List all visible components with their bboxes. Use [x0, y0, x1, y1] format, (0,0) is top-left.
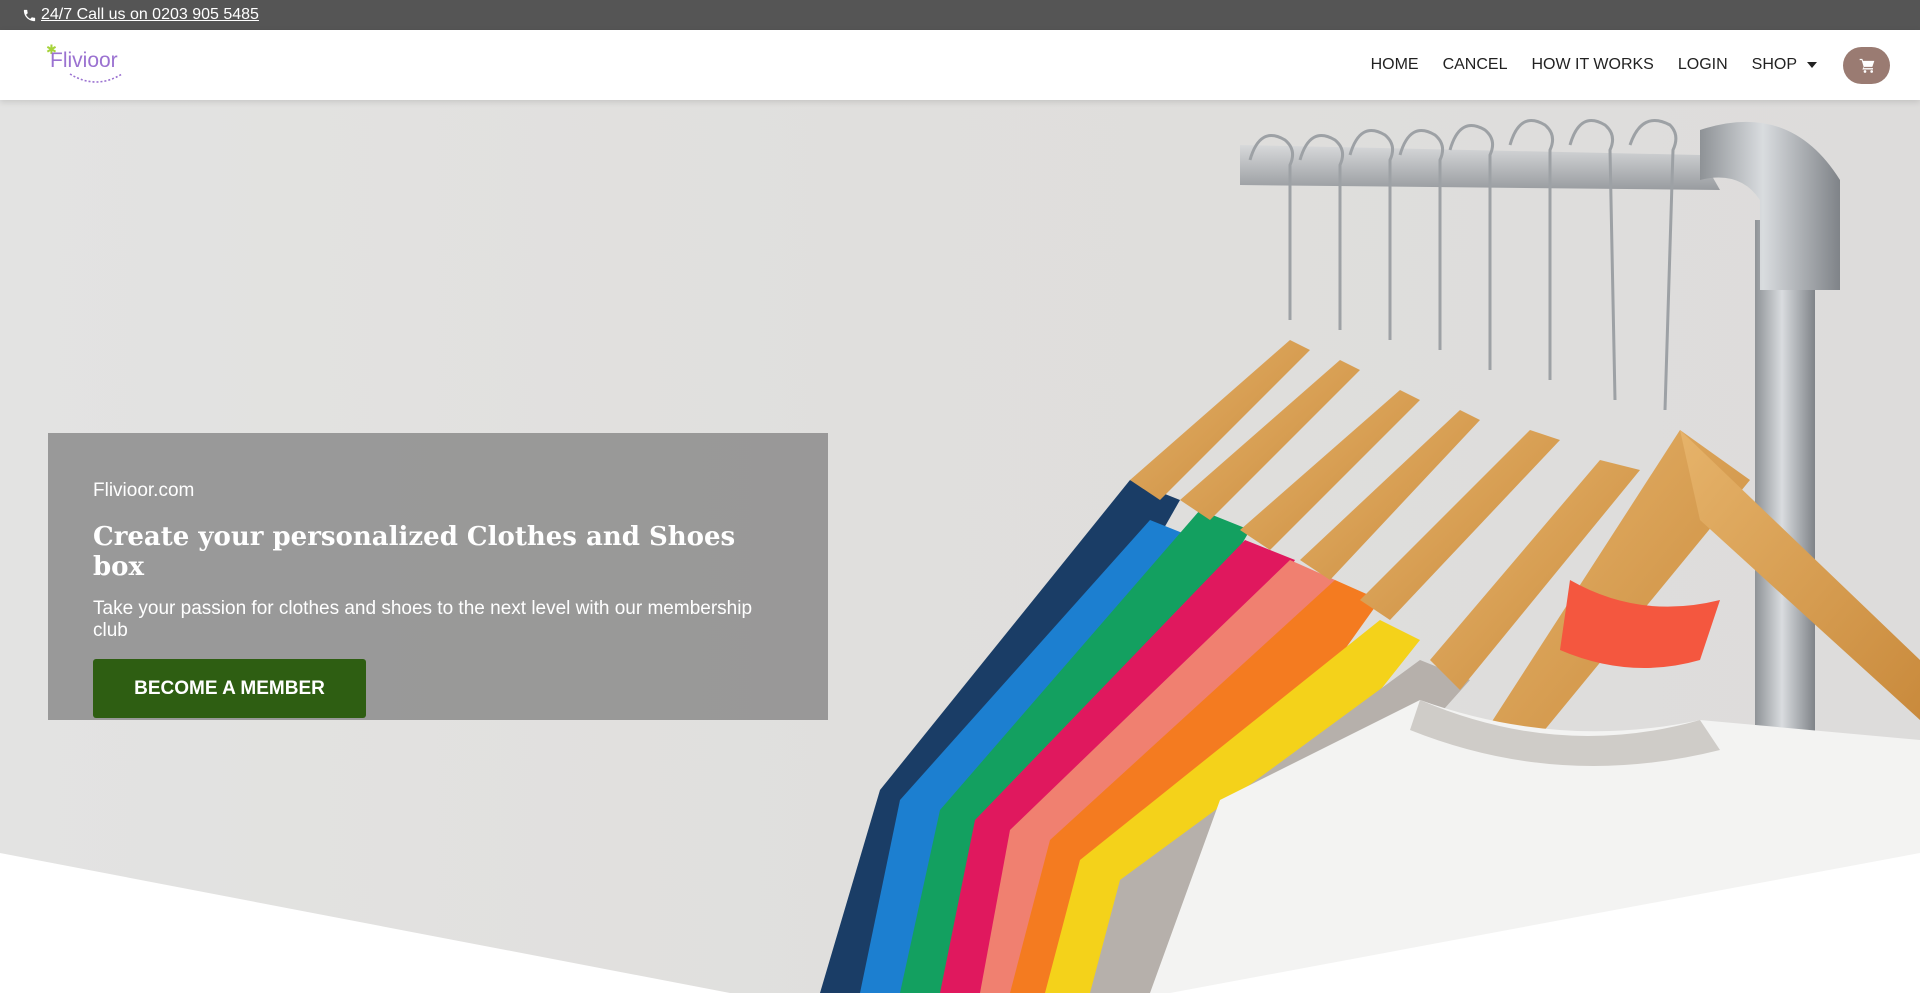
- phone-icon: [23, 9, 36, 21]
- shopping-cart-icon: [1859, 58, 1874, 73]
- site-header: ✱ Flivioor HOME CANCEL HOW IT WORKS LOGI…: [0, 30, 1920, 100]
- hero-subtitle: Take your passion for clothes and shoes …: [93, 598, 753, 641]
- phone-label: 24/7 Call us on 0203 905 5485: [41, 6, 259, 23]
- site-name: Flivioor.com: [93, 480, 195, 501]
- logo-text: Flivioor: [50, 49, 118, 72]
- main-nav: HOME CANCEL HOW IT WORKS LOGIN SHOP: [1347, 46, 1890, 84]
- hero-title: Create your personalized Clothes and Sho…: [93, 522, 736, 582]
- cart-button[interactable]: [1843, 46, 1890, 84]
- nav-shop[interactable]: SHOP: [1752, 56, 1817, 74]
- logo[interactable]: ✱ Flivioor: [44, 40, 124, 90]
- nav-shop-label: SHOP: [1751, 56, 1797, 73]
- nav-how-it-works[interactable]: HOW IT WORKS: [1531, 56, 1653, 74]
- chevron-down-icon: [1807, 62, 1817, 68]
- hero-section: Flivioor.com Create your personalized Cl…: [0, 100, 1920, 993]
- nav-cancel[interactable]: CANCEL: [1443, 56, 1508, 74]
- promo-box: Flivioor.com Create your personalized Cl…: [48, 433, 828, 720]
- nav-home[interactable]: HOME: [1371, 56, 1419, 74]
- nav-login[interactable]: LOGIN: [1678, 56, 1728, 74]
- logo-swoosh-icon: [69, 73, 123, 83]
- top-bar: 24/7 Call us on 0203 905 5485: [0, 0, 1920, 30]
- become-member-button[interactable]: BECOME A MEMBER: [93, 659, 366, 718]
- phone-link[interactable]: 24/7 Call us on 0203 905 5485: [22, 6, 259, 24]
